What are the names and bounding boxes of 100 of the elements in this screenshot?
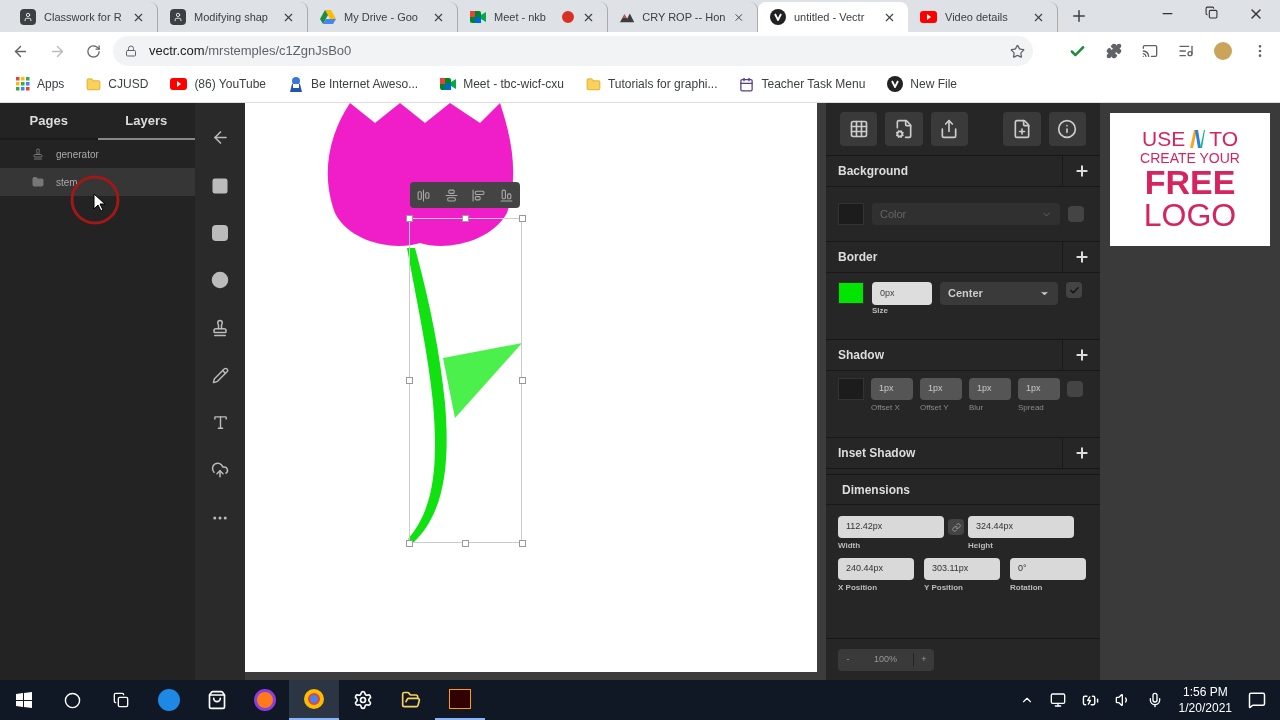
field-label: X Position <box>838 582 879 594</box>
document-settings-icon[interactable] <box>885 112 923 146</box>
export-icon[interactable] <box>930 112 968 146</box>
url-text: vectr.com/mrstemples/c1ZgnJsBo0 <box>149 42 353 61</box>
classroom-icon <box>20 9 36 25</box>
field-label: Rotation <box>1010 582 1044 594</box>
cast-icon[interactable] <box>1142 43 1158 59</box>
selection-box[interactable] <box>409 218 522 543</box>
search-icon[interactable] <box>64 691 81 709</box>
canvas[interactable] <box>245 103 817 672</box>
align-icon[interactable] <box>417 188 431 202</box>
field-label: Y Position <box>924 582 964 594</box>
input-field[interactable]: 1px <box>871 378 913 400</box>
input-field[interactable]: 1px <box>920 378 962 400</box>
upload-tool-icon[interactable] <box>211 461 229 479</box>
browser-tab[interactable]: Meet - nkb <box>458 2 608 32</box>
reload-icon[interactable] <box>86 43 101 59</box>
bookmark[interactable]: CJUSD <box>86 75 149 93</box>
tab-title: untitled - Vectr <box>794 9 866 25</box>
resize-handle[interactable] <box>462 540 469 547</box>
input-field[interactable]: 240.44px <box>838 558 914 580</box>
input-field[interactable]: 112.42px <box>838 516 944 538</box>
new-tab-icon[interactable] <box>1070 7 1088 25</box>
bookmark[interactable]: New File <box>887 75 957 93</box>
bookmark[interactable]: Be Internet Aweso... <box>288 75 419 93</box>
checkbox[interactable] <box>1067 381 1083 397</box>
logo-icon <box>1189 129 1206 148</box>
clock[interactable]: 1:56 PM 1/20/2021 <box>1178 684 1232 716</box>
bookmark[interactable]: Teacher Task Menu <box>739 75 866 93</box>
windows-logo-icon[interactable] <box>16 692 32 708</box>
input-field[interactable]: 1px <box>969 378 1011 400</box>
bookmark[interactable]: Tutorials for graphi... <box>585 75 718 93</box>
browser-tab[interactable]: My Drive - Goo <box>308 2 458 32</box>
resize-handle[interactable] <box>406 215 413 222</box>
media-icon[interactable] <box>1178 43 1194 59</box>
settings-icon[interactable] <box>353 690 373 710</box>
input-field[interactable]: 324.44px <box>968 516 1074 538</box>
grid-icon[interactable] <box>840 112 878 146</box>
align-icon[interactable] <box>472 188 486 202</box>
section-title: Background <box>837 163 909 180</box>
restore-icon[interactable] <box>1205 6 1218 19</box>
align-icon[interactable] <box>444 188 458 202</box>
classroom-icon <box>170 9 186 25</box>
address-bar[interactable]: vectr.com/mrstemples/c1ZgnJsBo0 <box>113 36 1033 66</box>
notifications-icon[interactable] <box>1248 691 1266 709</box>
browser-icon[interactable] <box>158 689 180 711</box>
folder-icon[interactable] <box>401 690 421 710</box>
bookmark[interactable]: Apps <box>16 75 65 93</box>
bookmark[interactable]: (86) YouTube <box>170 75 266 93</box>
checkbox[interactable] <box>1066 282 1082 298</box>
text-tool-icon[interactable] <box>211 414 229 431</box>
browser-icon[interactable] <box>254 689 276 711</box>
input-field[interactable]: 0° <box>1010 558 1086 580</box>
browser-tab[interactable]: Classwork for R <box>8 2 158 32</box>
browser-tab[interactable]: untitled - Vectr <box>758 2 908 32</box>
tab-title: Meet - nkb <box>494 9 547 25</box>
resize-handle[interactable] <box>519 215 526 222</box>
field-label: Offset Y <box>920 402 950 414</box>
lock-icon <box>125 45 137 57</box>
store-icon[interactable] <box>207 690 227 710</box>
browser-tab[interactable]: Video details <box>908 2 1058 32</box>
layer-row[interactable]: stem <box>0 168 195 196</box>
bookmark[interactable]: Meet - tbc-wicf-cxu <box>440 75 564 93</box>
input-field[interactable]: 1px <box>1018 378 1060 400</box>
align-icon[interactable] <box>499 188 513 202</box>
bookmark-star-icon[interactable] <box>1010 43 1025 59</box>
ellipse-tool-icon[interactable] <box>211 271 229 289</box>
align-select[interactable]: Center <box>940 282 1058 305</box>
monitor-icon[interactable] <box>1049 692 1066 708</box>
field-label: Width <box>838 540 862 552</box>
resize-handle[interactable] <box>406 377 413 384</box>
info-icon[interactable] <box>1048 112 1087 146</box>
resize-handle[interactable] <box>406 540 413 547</box>
pencil-tool-icon[interactable] <box>211 367 229 384</box>
color-swatch[interactable] <box>838 282 864 304</box>
rectangle-tool-icon[interactable] <box>211 177 229 195</box>
vectr-logo-icon <box>887 76 904 92</box>
checkbox[interactable] <box>1068 206 1084 222</box>
section-title: Shadow <box>837 347 885 364</box>
link-icon[interactable] <box>948 519 964 535</box>
tab-title: Video details <box>945 9 1009 25</box>
taskbar-app[interactable] <box>289 680 339 720</box>
ad-text: USE <box>1142 128 1186 149</box>
field-label: Height <box>968 540 994 552</box>
field-label: Offset X <box>871 402 901 414</box>
browser-tab[interactable]: Modifying shap <box>158 2 308 32</box>
input-field[interactable]: 0px <box>872 282 932 305</box>
advertisement[interactable]: USE TO CREATE YOUR FREE LOGO <box>1110 113 1270 246</box>
zoom-control[interactable]: - 100% + <box>838 648 934 671</box>
resize-handle[interactable] <box>519 377 526 384</box>
stamp-tool-icon[interactable] <box>211 319 229 337</box>
new-document-icon[interactable] <box>1003 112 1041 146</box>
task-view-icon[interactable] <box>113 692 129 708</box>
plus-icon <box>1073 163 1090 179</box>
extensions-icon[interactable] <box>1106 43 1122 59</box>
input-field[interactable]: 303.11px <box>924 558 1000 580</box>
resize-handle[interactable] <box>462 215 469 222</box>
tab-title: CRY ROP -- Hon <box>642 9 726 25</box>
rounded-rectangle-tool-icon[interactable] <box>212 225 228 241</box>
resize-handle[interactable] <box>519 540 526 547</box>
